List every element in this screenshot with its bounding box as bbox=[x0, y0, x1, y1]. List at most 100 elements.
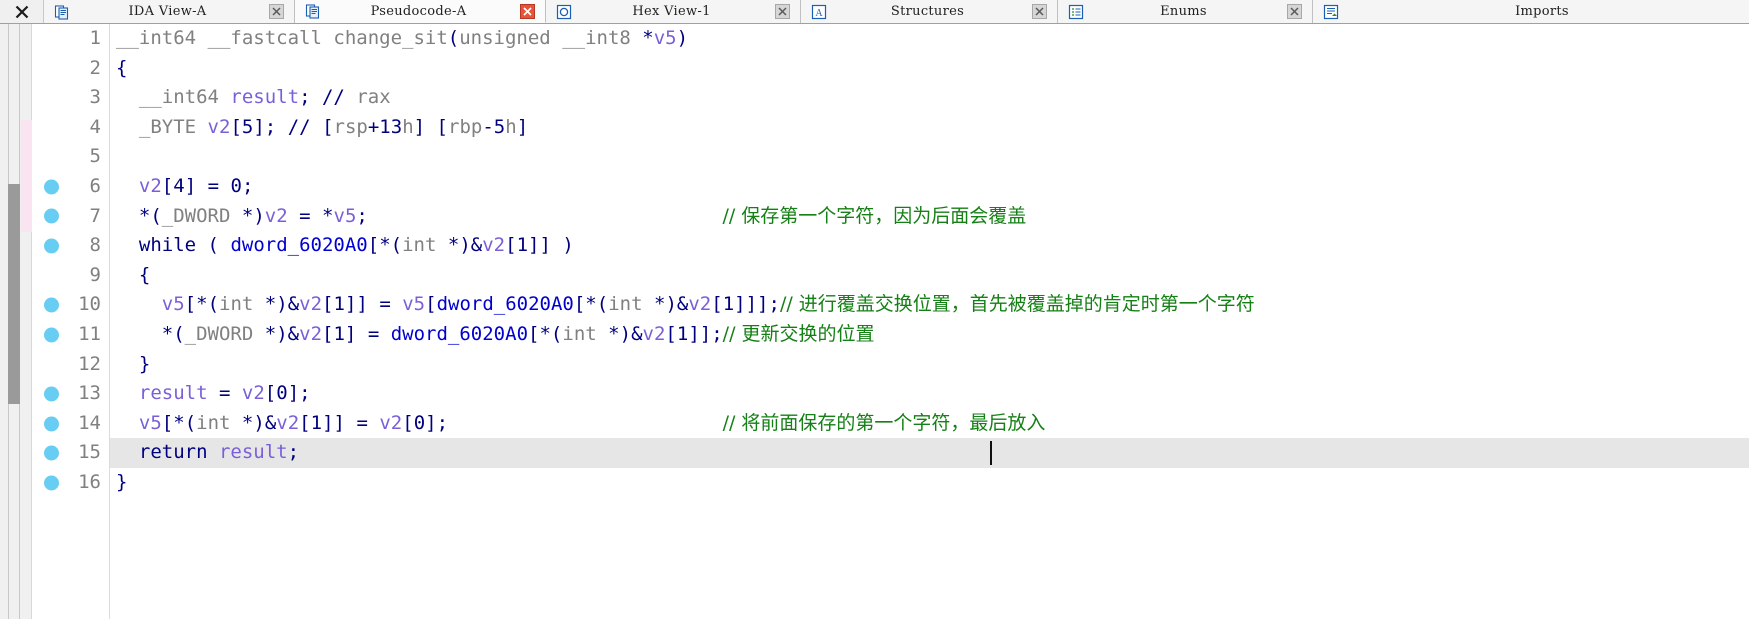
window-tab-bar: IDA View-A Pseudocode-A Hex View-1 A Str… bbox=[0, 0, 1749, 24]
code-line[interactable]: v5[*(int *)&v2[1]] = v2[0]; // 将前面保存的第一个… bbox=[110, 409, 1749, 439]
code-area[interactable]: __int64 __fastcall change_sit(unsigned _… bbox=[110, 24, 1749, 619]
tab-label: Structures bbox=[890, 4, 965, 19]
code-line[interactable]: { bbox=[110, 261, 1749, 291]
line-number-gutter: 1 2 3 4 5 6 7 8 9 10 11 12 13 14 15 16 bbox=[32, 24, 110, 619]
tab-label: IDA View-A bbox=[128, 4, 207, 19]
highlight-marker-strip bbox=[21, 120, 32, 232]
inline-comment: // 更新交换的位置 bbox=[722, 322, 875, 345]
inline-comment: // 将前面保存的第一个字符，最后放入 bbox=[722, 411, 1046, 434]
code-line[interactable]: while ( dword_6020A0[*(int *)&v2[1]] ) bbox=[110, 231, 1749, 261]
gutter-row[interactable]: 15 bbox=[32, 438, 109, 468]
breakpoint-icon[interactable] bbox=[44, 445, 59, 461]
breakpoint-icon[interactable] bbox=[44, 208, 59, 224]
gutter-row[interactable]: 1 bbox=[32, 24, 109, 54]
line-number: 14 bbox=[78, 411, 101, 434]
line-number: 8 bbox=[89, 234, 101, 257]
close-icon[interactable] bbox=[1287, 4, 1302, 19]
code-line[interactable]: } bbox=[110, 350, 1749, 380]
tab-pseudocode-a[interactable]: Pseudocode-A bbox=[295, 0, 546, 23]
line-number: 13 bbox=[78, 382, 101, 405]
code-text: while ( dword_6020A0[*(int *)&v2[1]] ) bbox=[138, 234, 574, 257]
comment-spacer bbox=[448, 412, 723, 434]
gutter-row[interactable]: 5 bbox=[32, 142, 109, 172]
hexview-icon bbox=[556, 4, 572, 19]
line-number: 15 bbox=[78, 441, 101, 464]
close-icon[interactable] bbox=[520, 3, 535, 19]
line-number: 6 bbox=[89, 174, 101, 197]
code-line[interactable]: v5[*(int *)&v2[1]] = v5[dword_6020A0[*(i… bbox=[110, 290, 1749, 320]
gutter-row[interactable]: 2 bbox=[32, 54, 109, 84]
code-text: } bbox=[116, 470, 128, 493]
gutter-row[interactable]: 6 bbox=[32, 172, 109, 202]
vertical-scrollbar-thumb[interactable] bbox=[8, 184, 20, 404]
gutter-row[interactable]: 7 bbox=[32, 202, 109, 232]
code-line[interactable]: *(_DWORD *)&v2[1] = dword_6020A0[*(int *… bbox=[110, 320, 1749, 350]
close-icon[interactable] bbox=[775, 4, 790, 19]
document-icon bbox=[305, 4, 320, 19]
line-number: 5 bbox=[89, 145, 101, 168]
gutter-row[interactable]: 14 bbox=[32, 409, 109, 439]
code-text: __int64 result; // rax bbox=[138, 86, 391, 109]
close-icon[interactable] bbox=[269, 4, 284, 19]
breakpoint-icon[interactable] bbox=[44, 179, 59, 195]
window-close-button[interactable] bbox=[0, 0, 44, 23]
tab-hex-view-1[interactable]: Hex View-1 bbox=[546, 0, 801, 23]
code-text: } bbox=[138, 352, 151, 375]
code-line[interactable]: result = v2[0]; bbox=[110, 379, 1749, 409]
gutter-row[interactable]: 8 bbox=[32, 231, 109, 261]
breakpoint-icon[interactable] bbox=[44, 238, 59, 254]
line-number: 2 bbox=[89, 56, 101, 79]
close-icon bbox=[15, 5, 28, 18]
gutter-row[interactable]: 12 bbox=[32, 350, 109, 380]
code-line[interactable]: _BYTE v2[5]; // [rsp+13h] [rbp-5h] bbox=[110, 113, 1749, 143]
code-line[interactable]: } bbox=[110, 468, 1749, 498]
tab-structures[interactable]: A Structures bbox=[801, 0, 1058, 23]
tab-imports[interactable]: Imports bbox=[1313, 0, 1749, 23]
gutter-row[interactable]: 3 bbox=[32, 83, 109, 113]
gutter-row[interactable]: 11 bbox=[32, 320, 109, 350]
line-number: 4 bbox=[89, 115, 101, 138]
breakpoint-icon[interactable] bbox=[44, 416, 59, 432]
gutter-row[interactable]: 13 bbox=[32, 379, 109, 409]
line-number: 7 bbox=[89, 204, 101, 227]
gutter-row[interactable]: 9 bbox=[32, 261, 109, 291]
code-line[interactable]: __int64 result; // rax bbox=[110, 83, 1749, 113]
code-line[interactable] bbox=[110, 142, 1749, 172]
code-line[interactable]: return result; bbox=[110, 438, 1749, 468]
gutter-row[interactable]: 10 bbox=[32, 290, 109, 320]
navigation-strip bbox=[0, 24, 32, 619]
code-line[interactable]: v2[4] = 0; bbox=[110, 172, 1749, 202]
gutter-row[interactable]: 4 bbox=[32, 113, 109, 143]
code-line[interactable]: __int64 __fastcall change_sit(unsigned _… bbox=[110, 24, 1749, 54]
tab-ida-view-a[interactable]: IDA View-A bbox=[44, 0, 295, 23]
breakpoint-icon[interactable] bbox=[44, 386, 59, 402]
tab-label: Enums bbox=[1160, 4, 1207, 19]
comment-spacer bbox=[368, 205, 723, 227]
pseudocode-editor: 1 2 3 4 5 6 7 8 9 10 11 12 13 14 15 16 __int64 __fastca… bbox=[0, 24, 1749, 619]
enums-icon bbox=[1068, 4, 1084, 19]
tab-enums[interactable]: Enums bbox=[1058, 0, 1313, 23]
structures-icon: A bbox=[811, 4, 827, 19]
close-icon[interactable] bbox=[1032, 4, 1047, 19]
code-text: _BYTE v2[5]; // [rsp+13h] [rbp-5h] bbox=[138, 115, 529, 138]
line-number: 16 bbox=[78, 470, 101, 493]
line-number: 12 bbox=[78, 352, 101, 375]
line-number: 10 bbox=[78, 293, 101, 316]
document-icon bbox=[54, 4, 69, 20]
code-text: { bbox=[138, 263, 151, 286]
svg-text:A: A bbox=[815, 8, 823, 19]
code-text: result = v2[0]; bbox=[138, 382, 311, 405]
code-line[interactable]: { bbox=[110, 54, 1749, 84]
breakpoint-icon[interactable] bbox=[44, 475, 59, 491]
code-line[interactable]: *(_DWORD *)v2 = *v5; // 保存第一个字符，因为后面会覆盖 bbox=[110, 202, 1749, 232]
gutter-row[interactable]: 16 bbox=[32, 468, 109, 498]
line-number: 11 bbox=[78, 322, 101, 345]
breakpoint-icon[interactable] bbox=[44, 297, 59, 313]
line-number: 1 bbox=[89, 27, 101, 49]
tab-label: Imports bbox=[1515, 4, 1569, 19]
line-number: 3 bbox=[89, 86, 101, 109]
code-text: v5[*(int *)&v2[1]] = v5[dword_6020A0[*(i… bbox=[161, 293, 780, 316]
code-text: __int64 __fastcall change_sit(unsigned _… bbox=[116, 27, 689, 49]
breakpoint-icon[interactable] bbox=[44, 327, 59, 343]
line-number: 9 bbox=[89, 263, 101, 286]
